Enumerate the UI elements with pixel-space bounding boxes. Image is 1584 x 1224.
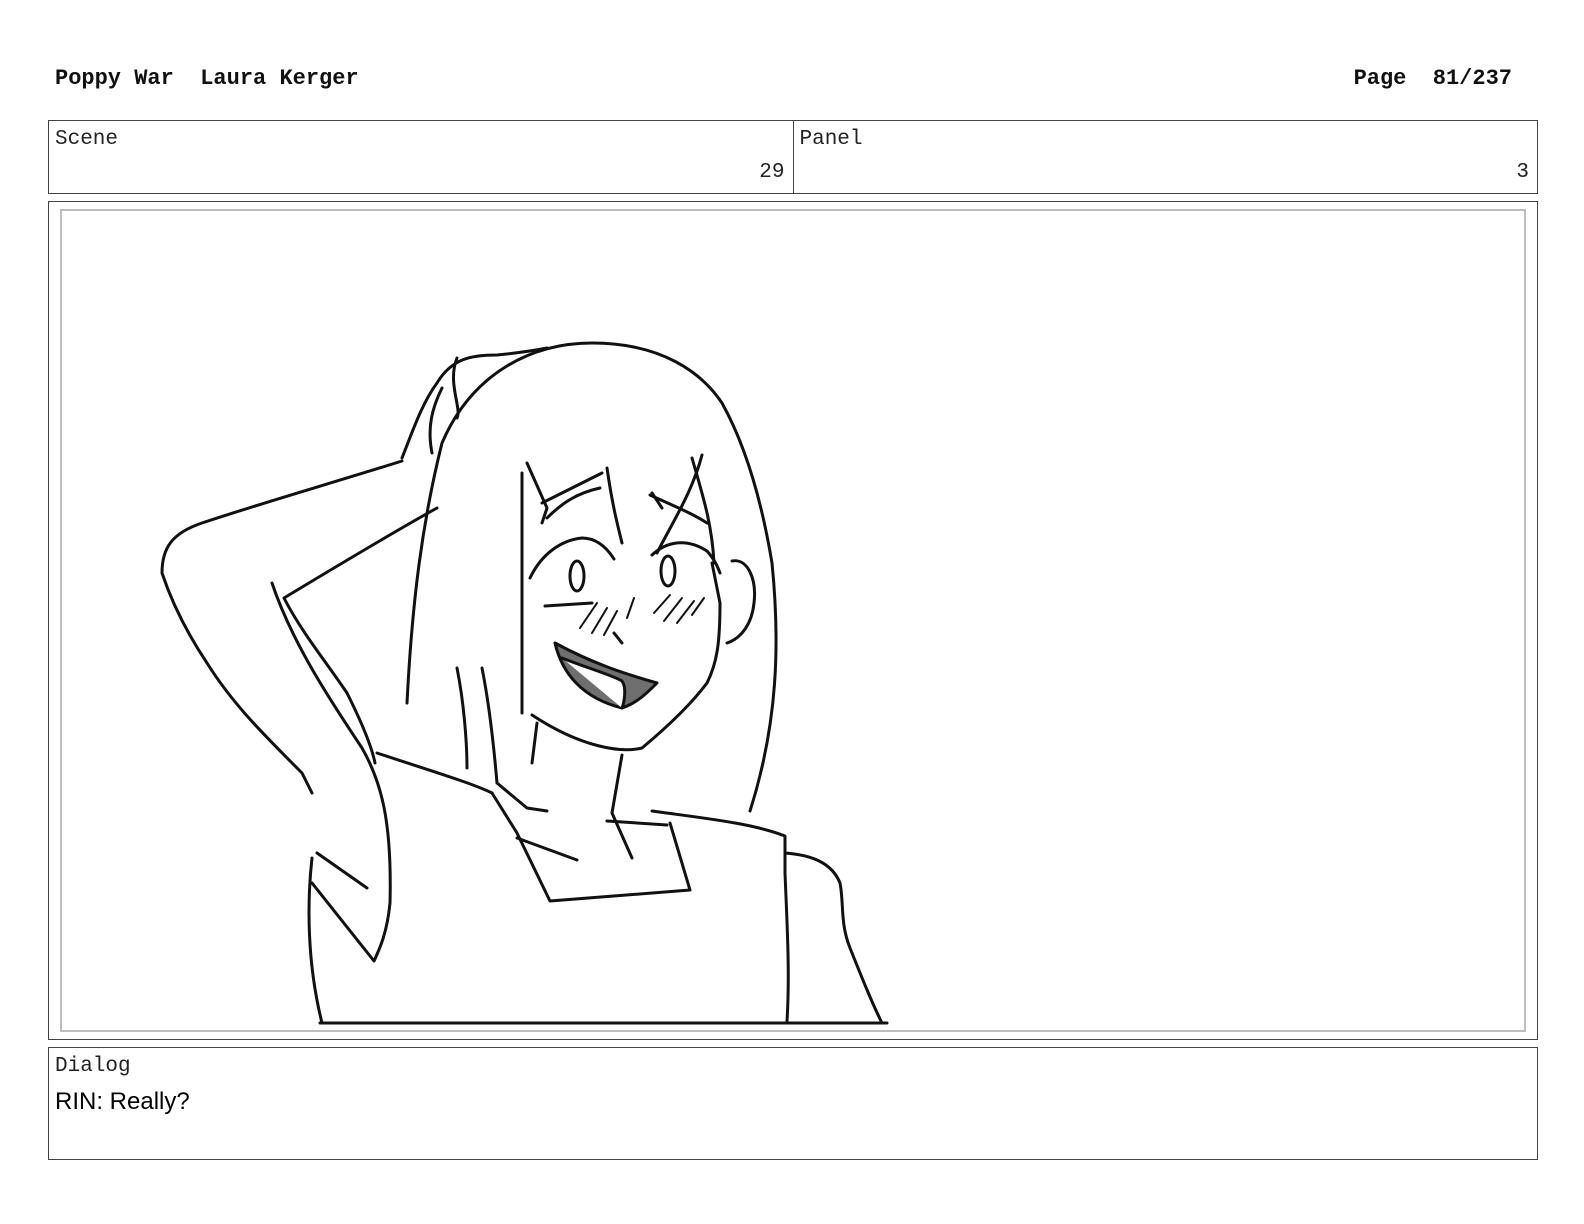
panel-number: 3: [1516, 161, 1529, 184]
left-eye-lid: [528, 536, 616, 580]
shoulder-right: [650, 809, 790, 1023]
storyboard-frame: [48, 201, 1538, 1040]
dialog-label: Dialog: [55, 1055, 131, 1078]
right-eye: [659, 554, 677, 588]
hair-bangs-center: [540, 453, 704, 555]
raised-arm-lower: [282, 506, 439, 765]
raised-arm-upper: [160, 459, 404, 795]
project-title: Poppy War: [55, 66, 174, 91]
right-eyebrow: [648, 491, 709, 525]
page-label: Page: [1353, 66, 1407, 91]
neck: [530, 721, 634, 860]
nose: [612, 631, 624, 645]
left-eye: [568, 559, 586, 593]
shirt-collar: [490, 791, 692, 903]
storyboard-drawing-area: [60, 209, 1526, 1032]
hair-outline: [405, 341, 778, 813]
panel-label: Panel: [799, 128, 863, 151]
scene-label: Scene: [55, 128, 119, 151]
dialog-text: RIN: Really?: [55, 1088, 190, 1115]
author-name: Laura Kerger: [200, 66, 359, 91]
raised-arm-inner: [270, 581, 392, 963]
blush-hatching: [579, 594, 705, 636]
hand-on-head: [400, 346, 549, 460]
left-eyebrow: [545, 486, 602, 520]
scene-panel-info: Scene 29 Panel 3: [48, 120, 1538, 194]
dialog-box: Dialog RIN: Really?: [48, 1047, 1538, 1160]
collar-detail: [515, 819, 669, 862]
right-arm: [783, 851, 884, 1025]
shoulder-left: [375, 751, 494, 795]
armpit-line: [315, 851, 369, 890]
panel-cell: Panel 3: [792, 121, 1538, 193]
header-title-group: Poppy War Laura Kerger: [55, 66, 359, 91]
ear: [725, 559, 757, 645]
hair-bangs-left: [520, 461, 549, 715]
page-number: 81/237: [1432, 66, 1512, 91]
torso-left: [307, 856, 324, 1025]
storyboard-sketch: [160, 341, 889, 1025]
cheek-line: [543, 601, 594, 608]
scene-number: 29: [759, 161, 785, 184]
page-indicator: Page 81/237: [1354, 66, 1512, 91]
scene-cell: Scene 29: [49, 121, 793, 193]
